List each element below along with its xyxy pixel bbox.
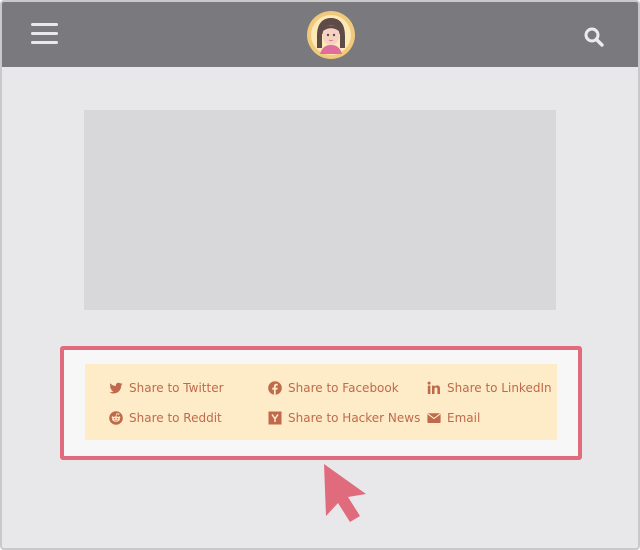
share-twitter-label: Share to Twitter	[129, 381, 224, 395]
share-hacker-news-link[interactable]: Share to Hacker News	[268, 408, 420, 428]
share-twitter-link[interactable]: Share to Twitter	[109, 378, 224, 398]
share-facebook-link[interactable]: Share to Facebook	[268, 378, 399, 398]
share-email-link[interactable]: Email	[427, 408, 480, 428]
share-email-label: Email	[447, 411, 481, 425]
top-nav-bar	[2, 2, 638, 67]
image-placeholder	[84, 110, 556, 310]
share-linkedin-label: Share to LinkedIn	[447, 381, 552, 395]
mouse-pointer-icon	[320, 460, 380, 526]
facebook-icon	[268, 381, 282, 395]
app-window: Share to Twitter Share to Facebook Share…	[0, 0, 640, 550]
linkedin-icon	[427, 381, 441, 395]
reddit-icon	[109, 411, 123, 425]
share-reddit-link[interactable]: Share to Reddit	[109, 408, 222, 428]
user-avatar-icon[interactable]	[306, 10, 356, 60]
share-facebook-label: Share to Facebook	[288, 381, 399, 395]
email-icon	[427, 411, 441, 425]
share-panel	[85, 364, 557, 440]
search-icon[interactable]	[582, 25, 606, 49]
share-reddit-label: Share to Reddit	[129, 411, 222, 425]
hacker-news-icon	[268, 411, 282, 425]
share-hacker-news-label: Share to Hacker News	[288, 411, 421, 425]
hamburger-menu-icon[interactable]	[31, 22, 59, 46]
share-linkedin-link[interactable]: Share to LinkedIn	[427, 378, 552, 398]
twitter-icon	[109, 381, 123, 395]
